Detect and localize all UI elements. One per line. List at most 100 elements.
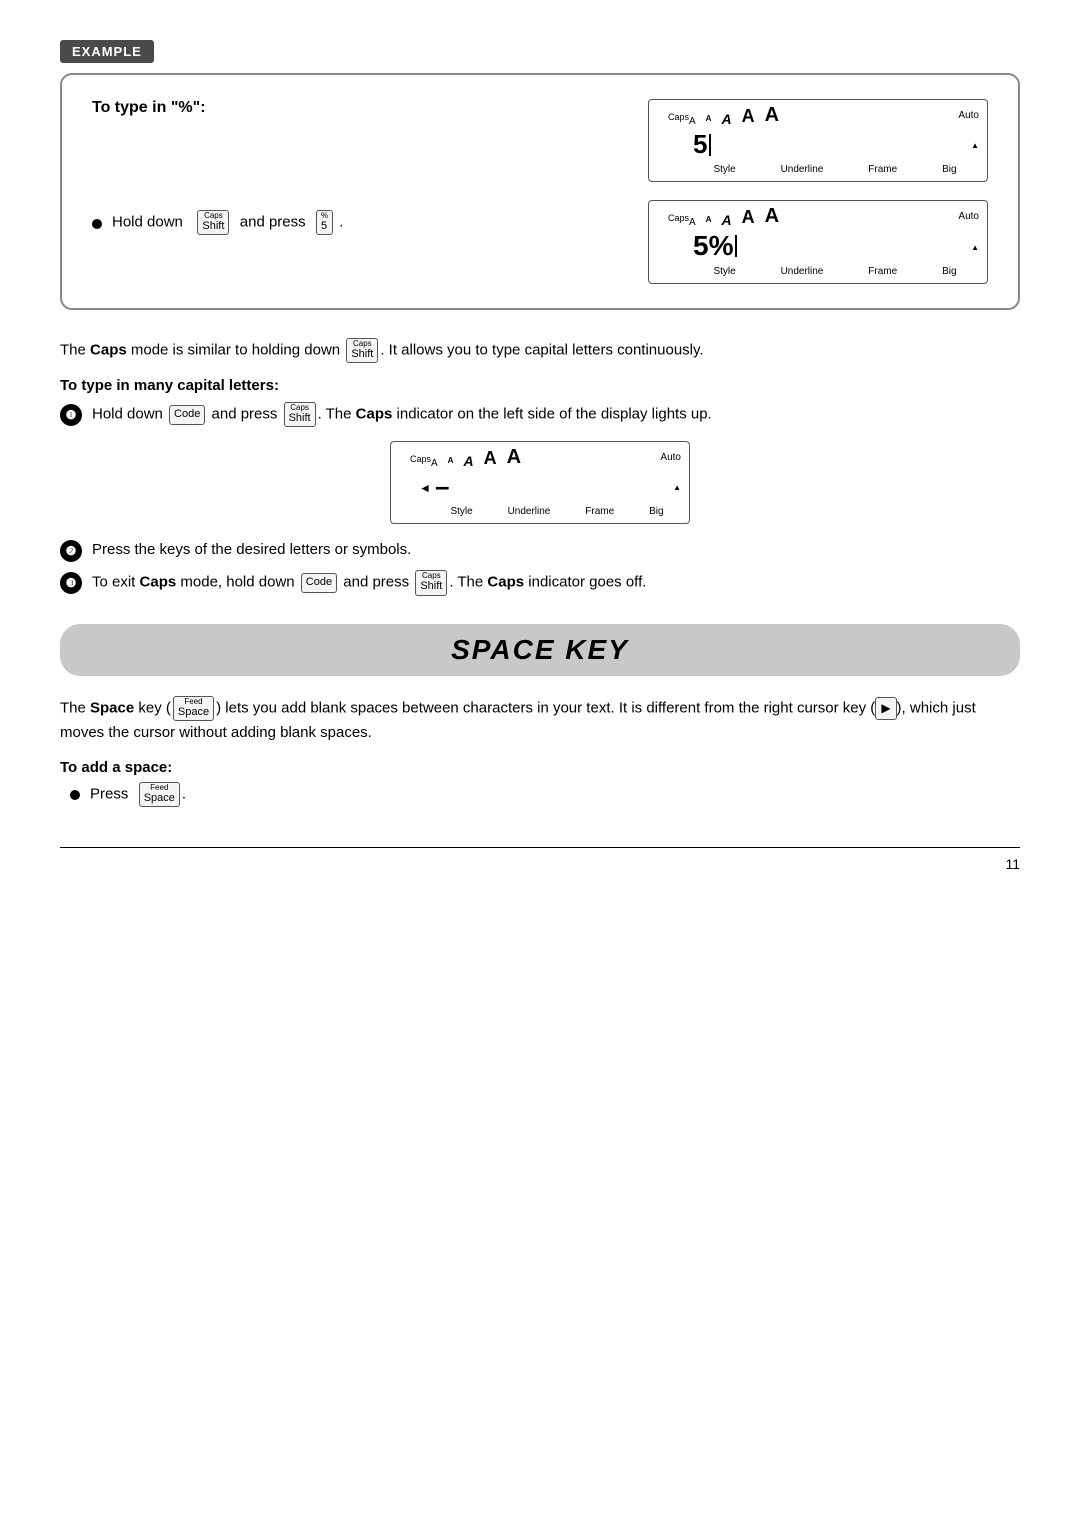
step-1-text: Hold down Code and press Caps Shift . Th…: [92, 402, 712, 427]
caps-left-2: Caps: [657, 211, 689, 223]
lcd-content-1: 5: [689, 129, 971, 160]
letter-size-row-1: A ᴬ A A A: [689, 104, 952, 127]
letter-a4: A: [742, 106, 755, 127]
footer-row: 11: [60, 856, 1020, 872]
shift-key-bottom: Shift: [202, 220, 224, 233]
underline-label-3: Underline: [508, 506, 551, 517]
example-row-1: To type in "%": Caps A ᴬ A A A Auto: [92, 99, 988, 182]
step-3-text: To exit Caps mode, hold down Code and pr…: [92, 570, 646, 595]
shift-key[interactable]: Caps Shift: [197, 210, 229, 235]
code-key-label-2: Code: [306, 576, 332, 588]
lcd-bottom-2: Style Underline Frame Big: [657, 266, 979, 277]
lcd-display-1: Caps A ᴬ A A A Auto 5 ▲: [648, 99, 988, 182]
shift-inline-top: Caps: [351, 340, 373, 348]
and-press-text: and press: [240, 214, 306, 231]
percent-key[interactable]: % 5: [316, 210, 333, 235]
letter-a1-3: A: [431, 458, 438, 469]
big-label-2: Big: [942, 266, 956, 277]
code-key-2[interactable]: Code: [301, 573, 337, 592]
big-label-1: Big: [942, 164, 956, 175]
cursor-2: [735, 235, 737, 257]
display-2-container: Caps A ᴬ A A A Auto 5% ▲: [648, 200, 988, 284]
frame-label-2: Frame: [868, 266, 897, 277]
space-key2-top: Feed: [144, 784, 175, 792]
letter-a4-2: A: [742, 207, 755, 228]
letter-a2-2: ᴬ: [706, 214, 712, 228]
space-key-inline[interactable]: Feed Space: [173, 696, 214, 721]
letter-a3-3: A: [464, 453, 474, 469]
lcd-content-3: –: [431, 471, 673, 502]
caps-bold-3: Caps: [140, 574, 177, 591]
lcd-display-3: Caps A ᴬ A A A Auto ◄ – ▲: [390, 441, 690, 524]
percent-key-wrap: % 5: [316, 210, 333, 235]
step-1-number: ❶: [60, 404, 82, 426]
letter-a5: A: [765, 104, 779, 127]
letter-size-row-3: A ᴬ A A A: [431, 446, 654, 469]
bullet-dot-1: [92, 219, 102, 229]
bullet-dot-space: [70, 790, 80, 800]
step-3: ❸ To exit Caps mode, hold down Code and …: [60, 570, 1020, 595]
shift-key-3[interactable]: Caps Shift: [415, 570, 447, 595]
letter-a3-2: A: [722, 212, 732, 228]
triangle-3: ▲: [673, 483, 681, 492]
section-title-space-key: SPACE KEY: [60, 624, 1020, 676]
letter-a5-3: A: [507, 446, 521, 469]
underline-label-1: Underline: [781, 164, 824, 175]
auto-label-2: Auto: [958, 211, 979, 222]
space-bold: Space: [90, 699, 134, 716]
shift-key-inline-btn[interactable]: Caps Shift: [346, 338, 378, 363]
caps-label-3: Caps: [410, 454, 431, 464]
step-1: ❶ Hold down Code and press Caps Shift . …: [60, 402, 1020, 427]
space-key-wrap-inline: Feed Space: [173, 696, 214, 721]
shift-key-wrap-2: Caps Shift: [284, 402, 316, 427]
letter-a2-3: ᴬ: [448, 455, 454, 469]
example-badge: EXAMPLE: [60, 40, 154, 63]
step-2: ❷ Press the keys of the desired letters …: [60, 538, 1020, 562]
letter-a4-3: A: [484, 448, 497, 469]
example-box: To type in "%": Caps A ᴬ A A A Auto: [60, 73, 1020, 310]
caps-left-content-2: [657, 245, 689, 247]
shift-inline-bottom: Shift: [351, 348, 373, 361]
caps-bold-1: Caps: [90, 342, 127, 359]
example-left-1: To type in "%":: [92, 99, 648, 133]
page-number: 11: [1005, 856, 1020, 872]
space-key-wrap-2: Feed Space: [139, 782, 180, 807]
example-left-2: Hold down Caps Shift and press % 5: [92, 200, 648, 235]
display-1-container: Caps A ᴬ A A A Auto 5 ▲: [648, 99, 988, 182]
section-title-text: SPACE KEY: [451, 634, 629, 665]
shift-key-2[interactable]: Caps Shift: [284, 402, 316, 427]
capital-letters-heading: To type in many capital letters:: [60, 377, 1020, 394]
lcd-text-3: –: [435, 471, 449, 502]
letter-a1: A: [689, 116, 696, 127]
percent-key-bottom: 5: [321, 220, 328, 233]
style-label-2: Style: [713, 266, 735, 277]
lcd-text-2: 5%: [693, 230, 733, 262]
letter-size-row-2: A ᴬ A A A: [689, 205, 952, 228]
shift-key2-bottom: Shift: [289, 412, 311, 425]
style-label-1: Style: [713, 164, 735, 175]
example-row-2: Hold down Caps Shift and press % 5: [92, 200, 988, 284]
percent-key-top: %: [321, 212, 328, 220]
space-key-bottom: Space: [178, 706, 209, 719]
code-key-1[interactable]: Code: [169, 405, 205, 424]
press-space-text: Press Feed Space .: [90, 782, 186, 807]
shift-key-wrap: Caps Shift: [197, 210, 229, 235]
bullet-item-1: Hold down Caps Shift and press % 5: [92, 210, 628, 235]
shift-key-wrap-3: Caps Shift: [415, 570, 447, 595]
code-key-wrap-1: Code: [169, 403, 205, 427]
lcd-bottom-3: Style Underline Frame Big: [399, 506, 681, 517]
space-key-2[interactable]: Feed Space: [139, 782, 180, 807]
space-key2-bottom: Space: [144, 792, 175, 805]
hold-down-text: Hold down: [112, 214, 183, 231]
bullet-text-1: Hold down Caps Shift and press % 5: [112, 210, 343, 235]
cursor-right-key[interactable]: ▶: [875, 697, 896, 720]
big-label-3: Big: [649, 506, 663, 517]
caps-bold-2: Caps: [356, 406, 393, 423]
auto-label-1: Auto: [958, 110, 979, 121]
code-key-wrap-2: Code: [301, 571, 337, 595]
caps-left-1: Caps: [657, 110, 689, 122]
lcd-bottom-1: Style Underline Frame Big: [657, 164, 979, 175]
frame-label-1: Frame: [868, 164, 897, 175]
cursor-1: [709, 134, 711, 156]
step-2-text: Press the keys of the desired letters or…: [92, 538, 411, 562]
